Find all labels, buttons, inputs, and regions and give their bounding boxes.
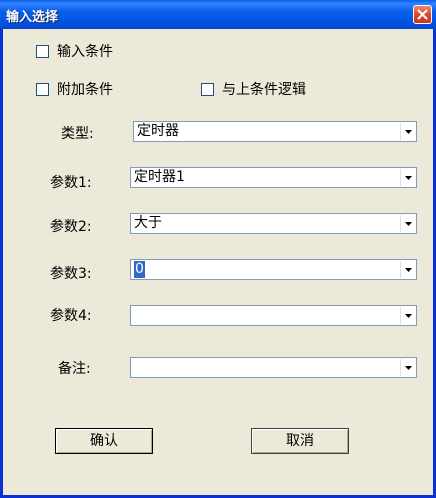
param4-label: 参数4: <box>50 308 92 324</box>
param3-select[interactable]: 0 <box>130 259 417 280</box>
dropdown-button[interactable] <box>400 215 415 232</box>
type-label: 类型: <box>61 126 94 142</box>
extra-condition-checkbox[interactable]: 附加条件 <box>36 81 113 98</box>
dropdown-button[interactable] <box>400 307 415 324</box>
param1-select[interactable]: 定时器1 <box>130 167 417 188</box>
param1-value: 定时器1 <box>134 169 185 185</box>
and-logic-label: 与上条件逻辑 <box>222 82 306 98</box>
dropdown-button[interactable] <box>400 261 415 278</box>
checkbox-box[interactable] <box>36 82 49 96</box>
input-condition-label: 输入条件 <box>57 44 113 60</box>
input-condition-checkbox[interactable]: 输入条件 <box>36 43 113 60</box>
chevron-down-icon <box>405 268 412 272</box>
checkbox-box[interactable] <box>201 82 214 96</box>
dialog-window: 输入选择 输入条件 附加条件 与上条件逻辑 类型: 定时器 参数1: 定时器1 … <box>0 0 436 498</box>
remark-select[interactable] <box>130 357 417 378</box>
and-logic-checkbox[interactable]: 与上条件逻辑 <box>201 81 306 98</box>
title-bar[interactable]: 输入选择 <box>0 0 436 29</box>
checkbox-box[interactable] <box>36 44 49 58</box>
chevron-down-icon <box>405 222 412 226</box>
param3-label: 参数3: <box>50 266 92 282</box>
param2-select[interactable]: 大于 <box>130 213 417 234</box>
ok-button[interactable]: 确认 <box>55 428 153 454</box>
close-icon <box>417 9 428 20</box>
chevron-down-icon <box>405 366 412 370</box>
remark-label: 备注: <box>58 361 91 377</box>
dropdown-button[interactable] <box>400 359 415 376</box>
param2-value: 大于 <box>134 215 162 231</box>
param3-value: 0 <box>134 261 145 278</box>
chevron-down-icon <box>405 176 412 180</box>
param1-label: 参数1: <box>50 175 92 191</box>
close-button[interactable] <box>413 5 432 24</box>
param4-select[interactable] <box>130 305 417 326</box>
window-title: 输入选择 <box>6 10 59 25</box>
chevron-down-icon <box>405 130 412 134</box>
extra-condition-label: 附加条件 <box>57 82 113 98</box>
type-select[interactable]: 定时器 <box>133 121 417 142</box>
chevron-down-icon <box>405 314 412 318</box>
param2-label: 参数2: <box>50 219 92 235</box>
type-value: 定时器 <box>137 123 179 139</box>
dropdown-button[interactable] <box>400 169 415 186</box>
cancel-button[interactable]: 取消 <box>251 428 349 454</box>
dropdown-button[interactable] <box>400 123 415 140</box>
